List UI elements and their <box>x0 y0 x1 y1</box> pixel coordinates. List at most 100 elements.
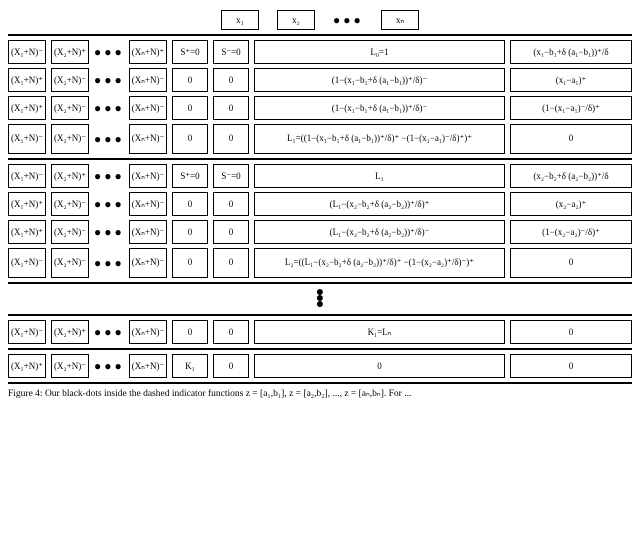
xn-cell: (X₁+N)⁻ <box>8 248 46 278</box>
s-cell: 0 <box>172 96 208 120</box>
xn-cell: (X₁+N)⁺ <box>8 192 46 216</box>
xn-cell: (X₁+N)⁻ <box>8 40 46 64</box>
l-cell: (1−(x₁−b₁+δ (a₁−b₁))⁺/δ)⁻ <box>254 68 505 92</box>
xn-cell: (Xₙ+N)⁻ <box>129 248 167 278</box>
xn-cell: (Xₙ+N)⁻ <box>129 192 167 216</box>
header-row: x₁ x₂ ● ● ● xₙ <box>8 10 632 30</box>
xn-cell: (X₂+N)⁻ <box>51 124 89 154</box>
xn-cell: (Xₙ+N)⁻ <box>129 96 167 120</box>
s-cell: 0 <box>172 220 208 244</box>
xn-cell: (X₁+N)⁻ <box>8 124 46 154</box>
s-cell: 0 <box>213 124 249 154</box>
s-cell: 0 <box>172 124 208 154</box>
divider <box>8 158 632 160</box>
r-cell: (1−(x₁−a₁)⁻/δ)⁺ <box>510 96 632 120</box>
xn-cell: (X₂+N)⁻ <box>51 96 89 120</box>
divider <box>8 314 632 316</box>
xn-cell: (Xₙ+N)⁻ <box>129 124 167 154</box>
s-cell: 0 <box>213 354 249 378</box>
s-cell: S⁻=0 <box>213 40 249 64</box>
block3-row0: (X₁+N)⁻ (X₂+N)⁺ ● ● ● (Xₙ+N)⁻ 0 0 K₁=Lₙ … <box>8 320 632 344</box>
xn-cell: (X₁+N)⁺ <box>8 96 46 120</box>
xn-cell: (X₂+N)⁻ <box>51 354 89 378</box>
xn-cell: (X₂+N)⁻ <box>51 68 89 92</box>
xn-cell: (X₂+N)⁺ <box>51 320 89 344</box>
block2-row1: (X₁+N)⁺ (X₂+N)⁻ ● ● ● (Xₙ+N)⁻ 0 0 (L₁−(x… <box>8 192 632 216</box>
ellipsis-icon: ● ● ● <box>94 73 124 88</box>
xn-cell: (X₂+N)⁺ <box>51 164 89 188</box>
s-cell: 0 <box>172 248 208 278</box>
block1-row3: (X₁+N)⁻ (X₂+N)⁻ ● ● ● (Xₙ+N)⁻ 0 0 L₁=((1… <box>8 124 632 154</box>
xn-cell: (X₁+N)⁻ <box>8 164 46 188</box>
r-cell: (1−(x₂−a₂)⁻/δ)⁺ <box>510 220 632 244</box>
l-cell: (L₁−(x₂−b₂+δ (a₂−b₂))⁺/δ)⁻ <box>254 220 505 244</box>
s-cell: S⁻=0 <box>213 164 249 188</box>
s-cell: K₁ <box>172 354 208 378</box>
xn-cell: (X₂+N)⁻ <box>51 248 89 278</box>
ellipsis-icon: ● ● ● <box>94 169 124 184</box>
r-cell: 0 <box>510 320 632 344</box>
xn-cell: (Xₙ+N)⁻ <box>129 220 167 244</box>
s-cell: 0 <box>213 96 249 120</box>
xn-cell: (Xₙ+N)⁺ <box>129 40 167 64</box>
r-cell: 0 <box>510 248 632 278</box>
l-cell: L₁=((1−(x₁−b₁+δ (a₁−b₁))⁺/δ)⁺ −(1−(x₁−a₁… <box>254 124 505 154</box>
s-cell: 0 <box>213 320 249 344</box>
l-cell: (L₁−(x₂−b₂+δ (a₂−b₂))⁺/δ)⁺ <box>254 192 505 216</box>
block2-row3: (X₁+N)⁻ (X₂+N)⁻ ● ● ● (Xₙ+N)⁻ 0 0 L₂=((L… <box>8 248 632 278</box>
r-cell: (x₁−a₁)⁺ <box>510 68 632 92</box>
divider <box>8 348 632 350</box>
l-cell: 0 <box>254 354 505 378</box>
block1-row2: (X₁+N)⁺ (X₂+N)⁻ ● ● ● (Xₙ+N)⁻ 0 0 (1−(x₁… <box>8 96 632 120</box>
s-cell: S⁺=0 <box>172 40 208 64</box>
block4-row0: (X₁+N)⁺ (X₂+N)⁻ ● ● ● (Xₙ+N)⁻ K₁ 0 0 0 <box>8 354 632 378</box>
header-x2: x₂ <box>277 10 315 30</box>
ellipsis-icon: ● ● ● <box>94 225 124 240</box>
header-x1: x₁ <box>221 10 259 30</box>
xn-cell: (Xₙ+N)⁻ <box>129 164 167 188</box>
block2-row2: (X₁+N)⁺ (X₂+N)⁻ ● ● ● (Xₙ+N)⁻ 0 0 (L₁−(x… <box>8 220 632 244</box>
s-cell: 0 <box>172 68 208 92</box>
divider <box>8 282 632 284</box>
s-cell: S⁺=0 <box>172 164 208 188</box>
xn-cell: (X₂+N)⁻ <box>51 192 89 216</box>
header-xn: xₙ <box>381 10 419 30</box>
r-cell: 0 <box>510 124 632 154</box>
ellipsis-icon: ● ● ● <box>94 359 124 374</box>
xn-cell: (Xₙ+N)⁻ <box>129 320 167 344</box>
ellipsis-icon: ● ● ● <box>333 13 363 28</box>
divider <box>8 382 632 384</box>
divider <box>8 34 632 36</box>
l-cell: L₀=1 <box>254 40 505 64</box>
l-cell: (1−(x₁−b₁+δ (a₁−b₁))⁺/δ)⁻ <box>254 96 505 120</box>
ellipsis-icon: ● ● ● <box>94 132 124 147</box>
ellipsis-icon: ● ● ● <box>94 197 124 212</box>
xn-cell: (X₁+N)⁺ <box>8 354 46 378</box>
l-cell: K₁=Lₙ <box>254 320 505 344</box>
s-cell: 0 <box>213 248 249 278</box>
s-cell: 0 <box>213 192 249 216</box>
r-cell: (x₁−b₁+δ (a₁−b₁))⁺/δ <box>510 40 632 64</box>
block1-row1: (X₁+N)⁺ (X₂+N)⁻ ● ● ● (Xₙ+N)⁻ 0 0 (1−(x₁… <box>8 68 632 92</box>
l-cell: L₁ <box>254 164 505 188</box>
ellipsis-icon: ● ● ● <box>94 45 124 60</box>
xn-cell: (X₁+N)⁺ <box>8 220 46 244</box>
xn-cell: (Xₙ+N)⁻ <box>129 354 167 378</box>
block2-row0: (X₁+N)⁻ (X₂+N)⁺ ● ● ● (Xₙ+N)⁻ S⁺=0 S⁻=0 … <box>8 164 632 188</box>
ellipsis-icon: ● ● ● <box>94 256 124 271</box>
block1-row0: (X₁+N)⁻ (X₂+N)⁺ ● ● ● (Xₙ+N)⁺ S⁺=0 S⁻=0 … <box>8 40 632 64</box>
xn-cell: (X₂+N)⁻ <box>51 220 89 244</box>
xn-cell: (X₁+N)⁻ <box>8 320 46 344</box>
s-cell: 0 <box>213 68 249 92</box>
xn-cell: (X₂+N)⁺ <box>51 40 89 64</box>
figure-caption: Figure 4: Our black-dots inside the dash… <box>8 388 632 399</box>
xn-cell: (Xₙ+N)⁻ <box>129 68 167 92</box>
ellipsis-icon: ● ● ● <box>94 325 124 340</box>
r-cell: (x₂−b₂+δ (a₂−b₂))⁺/δ <box>510 164 632 188</box>
s-cell: 0 <box>213 220 249 244</box>
ellipsis-icon: ● ● ● <box>94 101 124 116</box>
r-cell: (x₂−a₂)⁺ <box>510 192 632 216</box>
s-cell: 0 <box>172 192 208 216</box>
s-cell: 0 <box>172 320 208 344</box>
l-cell: L₂=((L₁−(x₂−b₂+δ (a₂−b₂))⁺/δ)⁺ −(1−(x₂−a… <box>254 248 505 278</box>
